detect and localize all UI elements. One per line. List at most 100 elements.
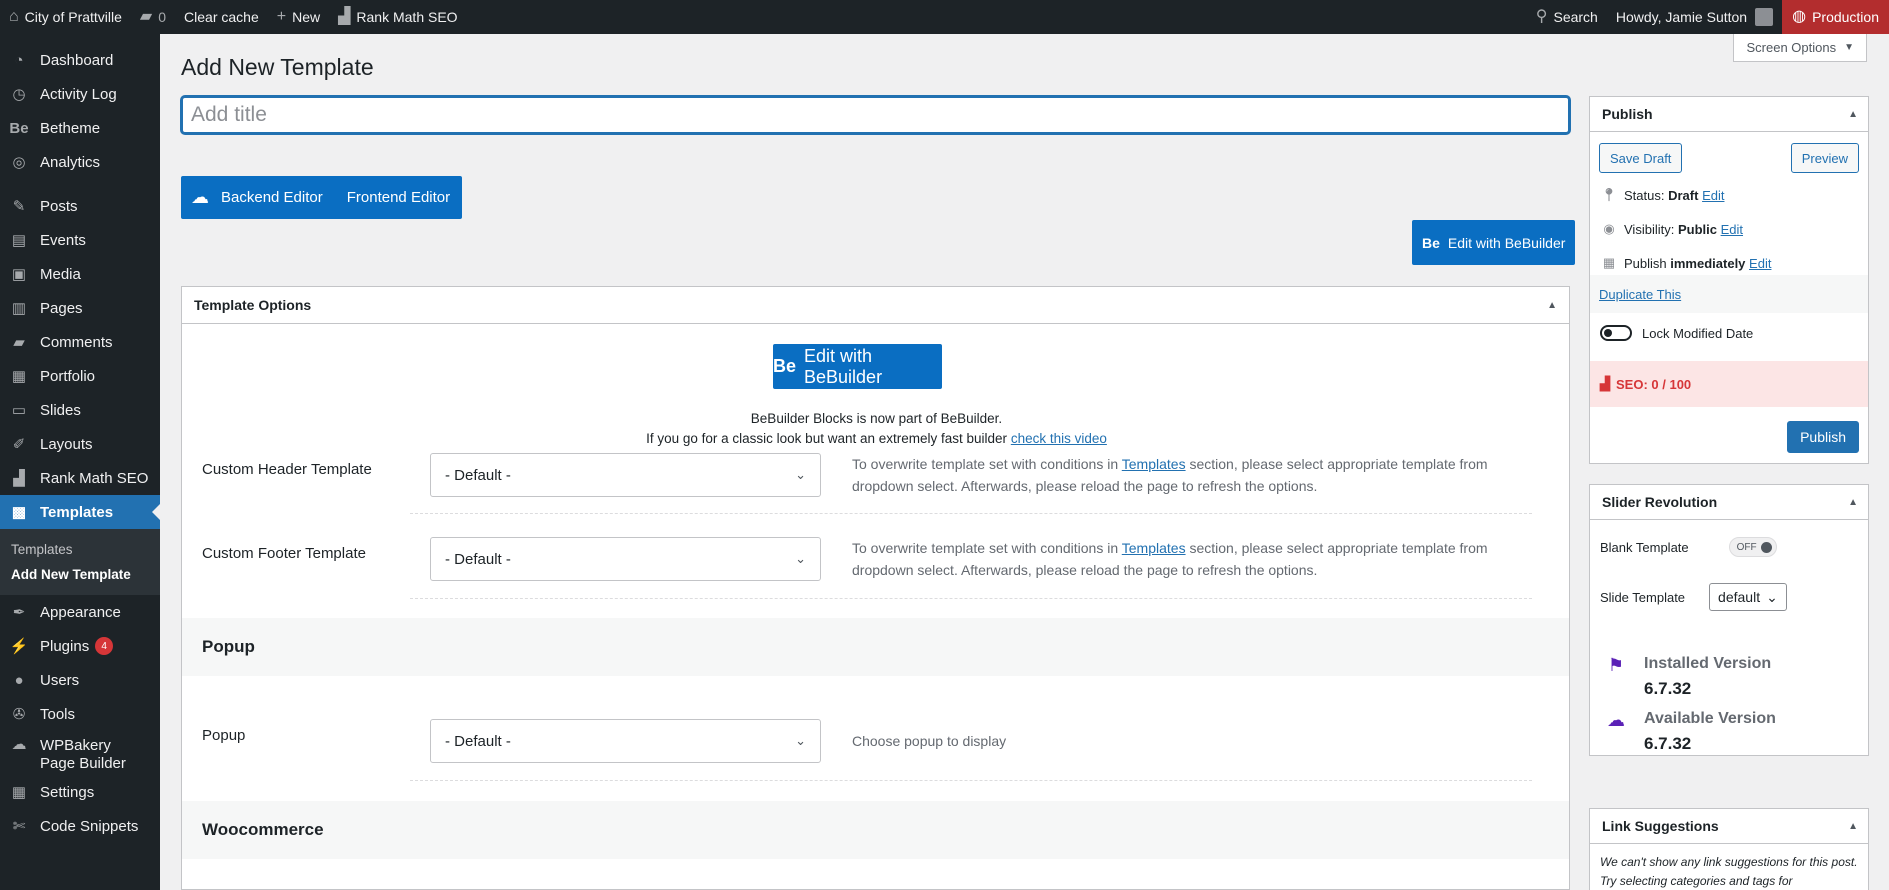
activity-icon: ◷ — [12, 85, 26, 103]
duplicate-this-link[interactable]: Duplicate This — [1599, 287, 1681, 302]
avatar — [1755, 8, 1774, 26]
rankmath-icon: ▟ — [338, 8, 351, 25]
caret-up-icon[interactable]: ▲ — [1547, 300, 1557, 311]
search-link[interactable]: ⚲ Search — [1527, 0, 1607, 34]
clear-cache-link[interactable]: Clear cache — [175, 0, 268, 34]
sidebar-item-code-snippets[interactable]: ✄ Code Snippets — [0, 809, 160, 843]
custom-header-description: To overwrite template set with condition… — [852, 456, 1488, 494]
sidebar-item-layouts[interactable]: ✐ Layouts — [0, 427, 160, 461]
sidebar-item-wpbakery[interactable]: ☁ WPBakery Page Builder — [0, 731, 160, 775]
visibility-line: ◉ Visibility: Public Edit — [1600, 221, 1743, 237]
popup-description: Choose popup to display — [852, 733, 1007, 749]
lock-modified-row: Lock Modified Date — [1600, 325, 1753, 341]
main-content: Screen Options▼ Add New Template ☁ Backe… — [160, 34, 1889, 890]
edit-status-link[interactable]: Edit — [1702, 188, 1724, 203]
bebuilder-note: BeBuilder Blocks is now part of BeBuilde… — [646, 411, 1107, 446]
status-line: 📍︎ Status: Draft Edit — [1600, 187, 1725, 203]
sidebar-item-comments[interactable]: ▰ Comments — [0, 325, 160, 359]
slide-template-select[interactable]: default ⌄ — [1709, 583, 1787, 611]
woocommerce-section-heading: Woocommerce — [182, 801, 1569, 859]
check-video-link[interactable]: check this video — [1011, 431, 1107, 446]
sidebar-item-analytics[interactable]: ◎ Analytics — [0, 145, 160, 179]
seo-score[interactable]: ▟ SEO: 0 / 100 — [1590, 361, 1868, 407]
events-icon: ▤ — [11, 231, 27, 249]
sidebar-item-templates[interactable]: ▩ Templates — [0, 495, 160, 529]
link-suggestions-header[interactable]: Link Suggestions ▲ — [1590, 809, 1868, 844]
custom-header-label: Custom Header Template — [202, 461, 372, 478]
sidebar-item-events[interactable]: ▤ Events — [0, 223, 160, 257]
caret-up-icon[interactable]: ▲ — [1848, 109, 1858, 120]
blank-template-row: Blank Template OFF — [1600, 537, 1777, 557]
comments-link[interactable]: ▰ 0 — [131, 0, 175, 34]
templates-link[interactable]: Templates — [1122, 540, 1186, 556]
screen-options-button[interactable]: Screen Options ▼ — [1733, 34, 1867, 62]
sidebar-item-appearance[interactable]: ✒ Appearance — [0, 595, 160, 629]
sidebar-item-settings[interactable]: ▦ Settings — [0, 775, 160, 809]
sidebar-item-tools[interactable]: ✇ Tools — [0, 697, 160, 731]
frontend-editor-button[interactable]: Frontend Editor — [335, 176, 462, 219]
custom-footer-label: Custom Footer Template — [202, 545, 366, 562]
available-version: ☁ Available Version 6.7.32 — [1604, 710, 1776, 754]
templates-link[interactable]: Templates — [1122, 456, 1186, 472]
edit-with-bebuilder-large-button[interactable]: Be Edit with BeBuilder — [773, 344, 942, 389]
editor-switch: ☁ Backend Editor Frontend Editor — [181, 176, 463, 219]
publish-box: Publish ▲ Save Draft Preview 📍︎ Status: Dr… — [1589, 96, 1869, 464]
portfolio-icon: ▦ — [11, 367, 27, 385]
publish-button[interactable]: Publish — [1787, 421, 1859, 453]
backend-editor-button[interactable]: Backend Editor — [209, 176, 335, 219]
divider — [410, 598, 1532, 599]
caret-up-icon[interactable]: ▲ — [1848, 821, 1858, 832]
search-icon: ⚲ — [1535, 8, 1548, 25]
sidebar-item-posts[interactable]: ✎ Posts — [0, 189, 160, 223]
sidebar-item-media[interactable]: ▣ Media — [0, 257, 160, 291]
sidebar-item-activity-log[interactable]: ◷ Activity Log — [0, 77, 160, 111]
link-suggestions-text: We can't show any link suggestions for t… — [1600, 855, 1858, 888]
custom-header-select[interactable]: - Default - ⌄ — [430, 453, 821, 497]
installed-version: ⚑ Installed Version 6.7.32 — [1604, 655, 1771, 699]
tools-icon: ✇ — [12, 705, 26, 723]
submenu-item-templates[interactable]: Templates — [0, 537, 160, 562]
divider — [410, 513, 1532, 514]
preview-button[interactable]: Preview — [1790, 143, 1859, 173]
caret-up-icon[interactable]: ▲ — [1848, 497, 1858, 508]
custom-footer-select[interactable]: - Default - ⌄ — [430, 537, 821, 581]
sidebar-item-plugins[interactable]: ⚡ Plugins 4 — [0, 629, 160, 663]
sidebar-item-pages[interactable]: ▥ Pages — [0, 291, 160, 325]
edit-schedule-link[interactable]: Edit — [1749, 256, 1771, 271]
sidebar-item-slides[interactable]: ▭ Slides — [0, 393, 160, 427]
post-title-input[interactable] — [181, 96, 1570, 134]
wpbakery-icon: ☁ — [11, 736, 27, 753]
eye-icon: ◉ — [1603, 221, 1615, 236]
template-options-header[interactable]: Template Options ▲ — [182, 287, 1569, 324]
calendar-icon: ▦ — [1602, 255, 1616, 270]
be-icon: Be — [773, 356, 797, 376]
rank-math-link[interactable]: ▟ Rank Math SEO — [329, 0, 466, 34]
site-name-link[interactable]: ⌂ City of Prattville — [0, 0, 131, 34]
lock-modified-toggle[interactable] — [1600, 325, 1632, 341]
be-icon: Be — [1422, 234, 1440, 251]
link-suggestions-box: Link Suggestions ▲ We can't show any link… — [1589, 808, 1869, 890]
pages-icon: ▥ — [11, 299, 27, 317]
chevron-down-icon: ⌄ — [1766, 588, 1778, 605]
sidebar-item-rank-math[interactable]: ▟ Rank Math SEO — [0, 461, 160, 495]
slider-revolution-header[interactable]: Slider Revolution ▲ — [1590, 485, 1868, 520]
sidebar-item-portfolio[interactable]: ▦ Portfolio — [0, 359, 160, 393]
divider — [410, 780, 1532, 781]
blank-template-toggle[interactable]: OFF — [1728, 537, 1777, 557]
edit-visibility-link[interactable]: Edit — [1721, 222, 1743, 237]
sidebar-item-users[interactable]: ● Users — [0, 663, 160, 697]
new-content-link[interactable]: + New — [268, 0, 329, 34]
media-icon: ▣ — [11, 265, 27, 283]
popup-select[interactable]: - Default - ⌄ — [430, 719, 821, 763]
submenu-item-add-new-template[interactable]: Add New Template — [0, 562, 160, 587]
save-draft-button[interactable]: Save Draft — [1599, 143, 1683, 173]
sidebar-item-betheme[interactable]: Be Betheme — [0, 111, 160, 145]
sidebar-item-dashboard[interactable]: ◔ Dashboard — [0, 43, 160, 77]
page-title: Add New Template — [181, 54, 374, 80]
plugins-update-badge: 4 — [95, 637, 114, 655]
account-menu[interactable]: Howdy, Jamie Sutton — [1607, 0, 1782, 34]
edit-with-bebuilder-button[interactable]: Be Edit with BeBuilder — [1412, 220, 1576, 265]
publish-header[interactable]: Publish ▲ — [1590, 97, 1868, 132]
environment-badge[interactable]: ◍ Production — [1782, 0, 1889, 34]
chevron-down-icon: ⌄ — [795, 467, 806, 482]
